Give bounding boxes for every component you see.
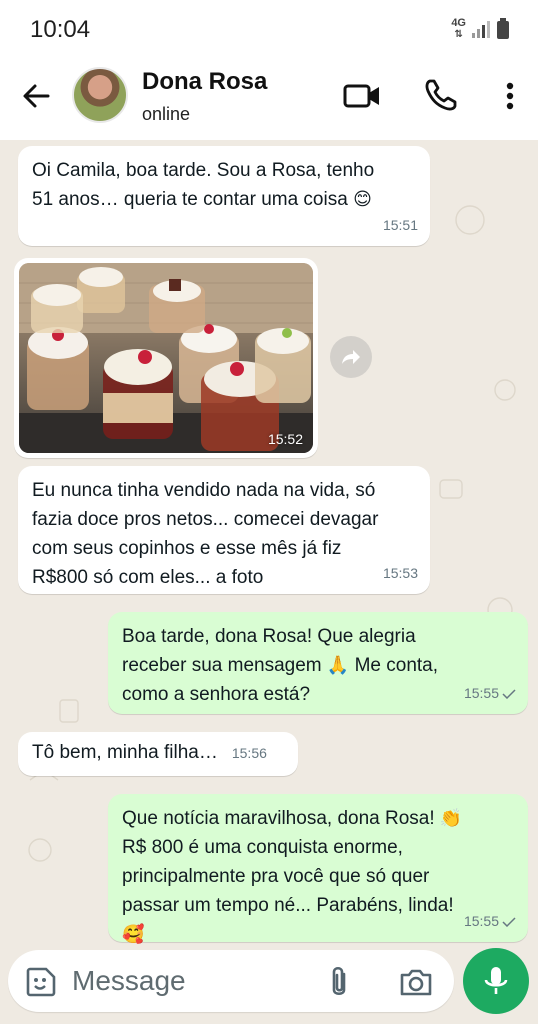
smiling-face-hearts-emoji: 🥰 [122, 924, 145, 945]
network-type: 4G [451, 17, 466, 29]
message-text: Oi Camila, boa tarde. Sou a Rosa, tenho … [32, 156, 416, 214]
double-check-icon [502, 688, 516, 699]
sticker-icon[interactable] [24, 965, 58, 999]
message-bubble-incoming[interactable]: Tô bem, minha filha… 15:56 [18, 732, 298, 776]
clap-emoji: 👏 [439, 808, 463, 829]
photo-content [19, 263, 313, 453]
attach-icon[interactable] [324, 964, 354, 1000]
message-line: Eu nunca tinha vendido nada na vida, só [32, 480, 376, 501]
message-line: Oi Camila, boa tarde. Sou a Rosa, tenho [32, 160, 375, 181]
forward-button[interactable] [330, 336, 372, 378]
more-vert-icon[interactable] [496, 76, 524, 116]
message-bubble-incoming[interactable]: Oi Camila, boa tarde. Sou a Rosa, tenho … [18, 146, 430, 246]
double-check-icon [502, 916, 516, 927]
message-text: Eu nunca tinha vendido nada na vida, só … [32, 476, 416, 592]
pray-emoji: 🙏 [326, 655, 350, 676]
composer-pill [8, 950, 454, 1012]
message-time-group: 15:55 [464, 679, 516, 708]
network-indicator: 4G ⇅ [451, 17, 466, 41]
message-text: Boa tarde, dona Rosa! Que alegria recebe… [122, 622, 514, 709]
battery-icon [497, 18, 509, 39]
arrow-back-icon[interactable] [18, 78, 54, 114]
message-line: R$ 800 é uma conquista enorme, [122, 837, 403, 858]
message-line: Boa tarde, dona Rosa! Que alegria [122, 626, 416, 647]
message-text: Tô bem, minha filha… [32, 742, 218, 763]
message-line: principalmente pra você que só quer [122, 866, 430, 887]
message-time-group: 15:55 [464, 907, 516, 936]
smile-emoji: 😊 [353, 189, 372, 210]
message-time: 15:56 [231, 745, 267, 761]
phone-icon[interactable] [422, 76, 460, 114]
contact-name[interactable]: Dona Rosa [142, 68, 267, 96]
message-line: R$800 só com eles... a foto [32, 567, 264, 588]
message-bubble-outgoing[interactable]: Boa tarde, dona Rosa! Que alegria recebe… [108, 612, 528, 714]
message-bubble-outgoing[interactable]: Que notícia maravilhosa, dona Rosa! 👏 R$… [108, 794, 528, 945]
status-icons: 4G ⇅ [451, 18, 510, 40]
message-time: 15:55 [463, 913, 499, 929]
forward-icon [342, 350, 360, 364]
message-line: receber sua mensagem [122, 655, 322, 676]
message-line: fazia doce pros netos... comecei devagar [32, 509, 379, 530]
message-line: como a senhora está? [122, 684, 311, 705]
message-input[interactable] [72, 962, 302, 1000]
camera-icon[interactable] [398, 965, 434, 999]
avatar[interactable] [72, 67, 128, 123]
signal-icon [472, 21, 490, 38]
message-line: Me conta, [354, 655, 439, 676]
video-call-icon[interactable] [342, 78, 382, 114]
message-time: 15:53 [382, 565, 418, 581]
chat-header: Dona Rosa online [0, 60, 538, 140]
chat-messages: Oi Camila, boa tarde. Sou a Rosa, tenho … [0, 140, 538, 945]
message-bubble-incoming[interactable]: Eu nunca tinha vendido nada na vida, só … [18, 466, 430, 594]
dessert-cups-photo[interactable]: 15:52 [19, 263, 313, 453]
message-photo[interactable]: 15:52 [14, 258, 318, 458]
message-time: 15:55 [463, 685, 499, 701]
mic-icon [484, 967, 508, 994]
composer-bar [0, 944, 538, 1024]
contact-status: online [142, 104, 191, 124]
message-line: 51 anos… queria te contar uma coisa [32, 189, 348, 210]
message-line: passar um tempo né... Parabéns, linda! [122, 895, 454, 916]
message-line: Que notícia maravilhosa, dona Rosa! [122, 808, 435, 829]
status-time: 10:04 [30, 16, 91, 43]
message-text: Que notícia maravilhosa, dona Rosa! 👏 R$… [122, 804, 514, 949]
mic-button[interactable] [463, 948, 529, 1014]
message-time: 15:51 [382, 217, 418, 233]
status-bar: 10:04 4G ⇅ [0, 0, 538, 60]
photo-time: 15:52 [267, 431, 303, 447]
message-line: com seus copinhos e esse mês já fiz [32, 538, 342, 559]
